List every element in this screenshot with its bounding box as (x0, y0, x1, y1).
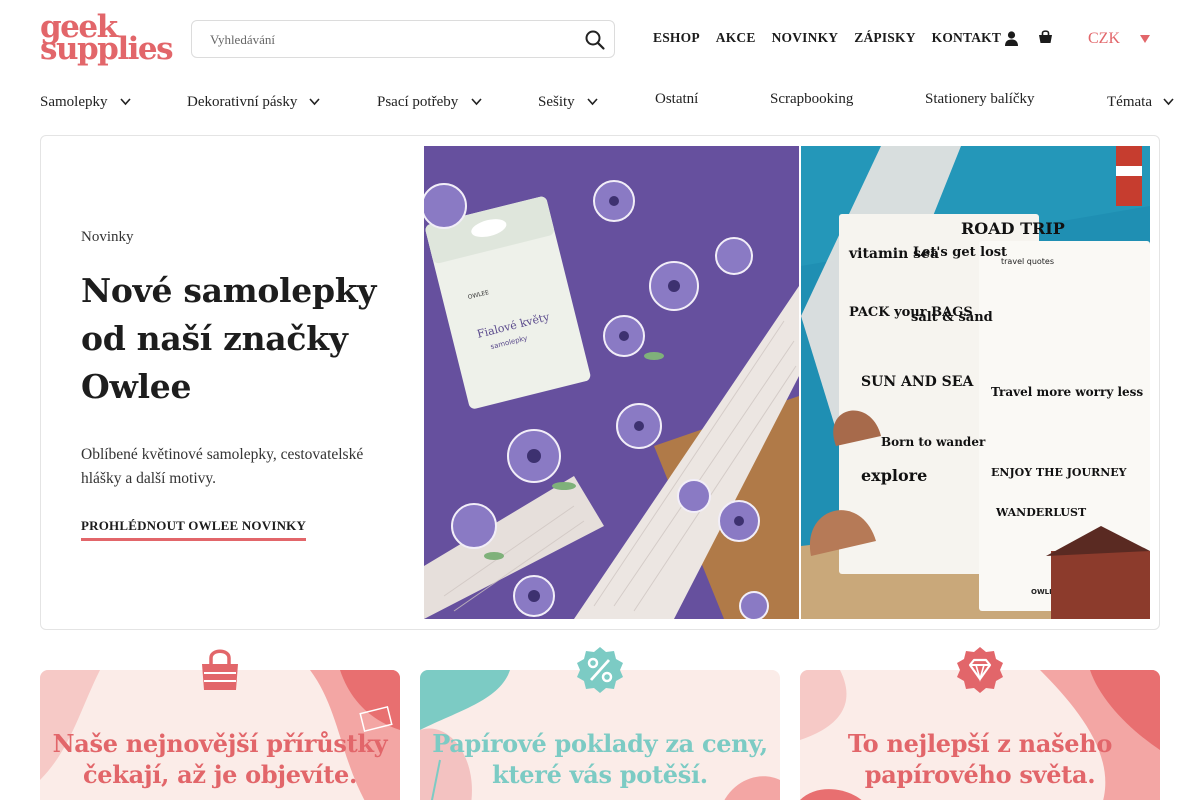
promo-text-prices: Papírové poklady za ceny, které vás potě… (432, 729, 768, 789)
cart-icon[interactable] (1038, 29, 1053, 45)
sticker-11: WANDERLUST (995, 506, 1087, 519)
nav-eshop[interactable]: ESHOP (653, 30, 700, 46)
hero-kicker: Novinky (81, 229, 134, 245)
search-icon[interactable] (584, 29, 606, 51)
chevron-down-icon[interactable] (1163, 98, 1174, 106)
promo-text-best: To nejlepší z našeho papírového světa. (847, 729, 1113, 789)
sticker-9: explore (861, 466, 927, 485)
hero-title: Nové samolepky od naší značky Owlee (81, 271, 377, 406)
nav-novinky[interactable]: NOVINKY (772, 30, 839, 46)
caret-down-icon[interactable] (1139, 34, 1151, 44)
sticker-7: Travel more worry less (991, 385, 1143, 399)
sticker-5: salt & sand (911, 310, 993, 325)
sticker-8: Born to wander (881, 435, 986, 449)
hero-image-flower-stickers[interactable]: Fialové květy samolepky OWLEE (424, 146, 799, 619)
search-box (191, 20, 615, 58)
category-temata[interactable]: Témata (1107, 94, 1152, 111)
percent-icon (576, 646, 624, 694)
diamond-icon (956, 646, 1004, 694)
shopping-bag-icon (196, 646, 244, 694)
category-samolepky[interactable]: Samolepky (40, 94, 108, 111)
nav-zapisky[interactable]: ZÁPISKY (854, 30, 915, 46)
hero-banner: Novinky Nové samolepky od naší značky Ow… (40, 135, 1160, 630)
nav-kontakt[interactable]: KONTAKT (932, 30, 1001, 46)
search-input[interactable] (210, 30, 570, 50)
user-icon[interactable] (1004, 30, 1019, 47)
category-psaci-potreby[interactable]: Psací potřeby (377, 94, 458, 111)
sheet-header: travel quotes (1001, 257, 1054, 266)
category-dekorativni-pasky[interactable]: Dekorativní pásky (187, 94, 297, 111)
hero-image-travel-stickers[interactable]: travel quotes vitamin sea Let's get lost… (801, 146, 1150, 619)
nav-akce[interactable]: AKCE (716, 30, 756, 46)
sticker-10: ENJOY THE JOURNEY (991, 466, 1127, 479)
sticker-6: SUN AND SEA (861, 374, 974, 390)
currency-select[interactable]: CZK (1088, 30, 1120, 48)
logo-line-2: supplies (40, 31, 174, 67)
category-stationery-balicky[interactable]: Stationery balíčky (925, 91, 1035, 108)
chevron-down-icon[interactable] (309, 98, 320, 106)
category-sesity[interactable]: Sešity (538, 94, 575, 111)
category-ostatni[interactable]: Ostatní (655, 91, 698, 108)
promo-text-new-arrivals: Naše nejnovější přírůstky čekají, až je … (52, 729, 388, 789)
category-scrapbooking[interactable]: Scrapbooking (770, 91, 853, 108)
chevron-down-icon[interactable] (120, 98, 131, 106)
hero-cta-link[interactable]: PROHLÉDNOUT OWLEE NOVINKY (81, 518, 307, 541)
sticker-2: Let's get lost (913, 245, 1007, 260)
chevron-down-icon[interactable] (471, 98, 482, 106)
hero-description: Oblíbené květinové samolepky, cestovatel… (81, 446, 364, 487)
site-logo[interactable]: geek supplies (40, 12, 174, 65)
top-navigation: ESHOP AKCE NOVINKY ZÁPISKY KONTAKT (653, 30, 1017, 46)
chevron-down-icon[interactable] (587, 98, 598, 106)
sticker-3: ROAD TRIP (961, 219, 1065, 238)
